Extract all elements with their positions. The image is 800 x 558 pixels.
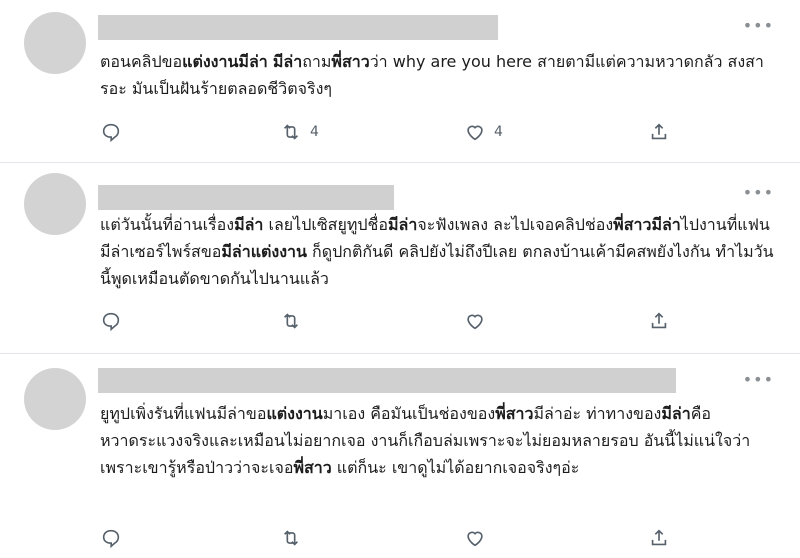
reply-button[interactable] — [100, 526, 122, 550]
reply-icon — [100, 121, 122, 143]
redacted-username — [98, 15, 498, 40]
like-icon — [464, 310, 486, 332]
share-icon — [648, 121, 670, 143]
retweet-icon — [280, 527, 302, 549]
avatar[interactable] — [24, 173, 86, 235]
text-segment: จะฟังเพลง ละไปเจอคลิปช่อง — [417, 215, 614, 234]
more-horizontal-icon[interactable]: ••• — [743, 372, 774, 388]
text-segment: มีล่าอ่ะ ท่าทางของ — [533, 404, 662, 423]
like-icon — [464, 527, 486, 549]
highlighted-keyword: มีล่า — [238, 52, 268, 71]
retweet-icon — [280, 121, 302, 143]
avatar[interactable] — [24, 12, 86, 74]
text-segment: เลยไปเซิสยูทูปชื่อ — [263, 215, 388, 234]
highlighted-keyword: มีล่า — [661, 404, 691, 423]
tweet-text: ตอนคลิปขอแต่งงานมีล่า มีล่าถามพี่สาวว่า … — [100, 48, 780, 102]
share-icon — [648, 527, 670, 549]
tweet-2[interactable]: ••• แต่วันนั้นที่อ่านเรื่องมีล่า เลยไปเซ… — [0, 163, 800, 353]
highlighted-keyword: แต่งงาน — [266, 404, 323, 423]
tweet-actions: 44 — [100, 120, 680, 144]
retweet-icon — [280, 310, 302, 332]
highlighted-keyword: มีล่าแต่งงาน — [221, 242, 307, 261]
share-button[interactable] — [648, 526, 670, 550]
highlighted-keyword: พี่สาว — [613, 215, 652, 234]
like-button[interactable]: 4 — [464, 120, 503, 144]
like-button[interactable] — [464, 309, 486, 333]
highlighted-keyword: มีล่า — [651, 215, 681, 234]
retweet-button[interactable]: 4 — [280, 120, 319, 144]
like-icon — [464, 121, 486, 143]
redacted-username — [98, 185, 394, 210]
highlighted-keyword: มีล่า — [272, 52, 303, 71]
retweet-button[interactable] — [280, 526, 302, 550]
redacted-username — [98, 368, 676, 393]
highlighted-keyword: แต่งงาน — [182, 52, 239, 71]
highlighted-keyword: มีล่า — [234, 215, 264, 234]
text-segment: ยูทูปเพิ่งรันที่แฟนมีล่าขอ — [100, 404, 267, 423]
text-segment: ถาม — [302, 52, 332, 71]
avatar[interactable] — [24, 368, 86, 430]
reply-icon — [100, 310, 122, 332]
like-button[interactable] — [464, 526, 486, 550]
text-segment: แต่วันนั้นที่อ่านเรื่อง — [100, 215, 235, 234]
highlighted-keyword: พี่สาว — [495, 404, 534, 423]
retweet-count: 4 — [310, 124, 319, 140]
highlighted-keyword: พี่สาว — [331, 52, 370, 71]
text-segment: แต่ก็นะ เขาดูไม่ได้อยากเจอจริงๆอ่ะ — [331, 458, 580, 477]
share-button[interactable] — [648, 120, 670, 144]
tweet-text: ยูทูปเพิ่งรันที่แฟนมีล่าขอแต่งงานมาเอง ค… — [100, 400, 780, 481]
tweet-text: แต่วันนั้นที่อ่านเรื่องมีล่า เลยไปเซิสยู… — [100, 211, 780, 292]
tweet-actions — [100, 526, 680, 550]
reply-button[interactable] — [100, 120, 122, 144]
tweet-1[interactable]: ••• ตอนคลิปขอแต่งงานมีล่า มีล่าถามพี่สาว… — [0, 0, 800, 162]
reply-icon — [100, 527, 122, 549]
more-horizontal-icon[interactable]: ••• — [743, 185, 774, 201]
tweet-3[interactable]: ••• ยูทูปเพิ่งรันที่แฟนมีล่าขอแต่งงานมาเ… — [0, 354, 800, 558]
reply-button[interactable] — [100, 309, 122, 333]
highlighted-keyword: มีล่า — [387, 215, 418, 234]
text-segment: มาเอง คือมันเป็นช่องของ — [322, 404, 496, 423]
share-icon — [648, 310, 670, 332]
share-button[interactable] — [648, 309, 670, 333]
retweet-button[interactable] — [280, 309, 302, 333]
highlighted-keyword: พี่สาว — [293, 458, 332, 477]
text-segment: ตอนคลิปขอ — [100, 52, 183, 71]
like-count: 4 — [494, 124, 503, 140]
tweet-actions — [100, 309, 680, 333]
more-horizontal-icon[interactable]: ••• — [743, 18, 774, 34]
